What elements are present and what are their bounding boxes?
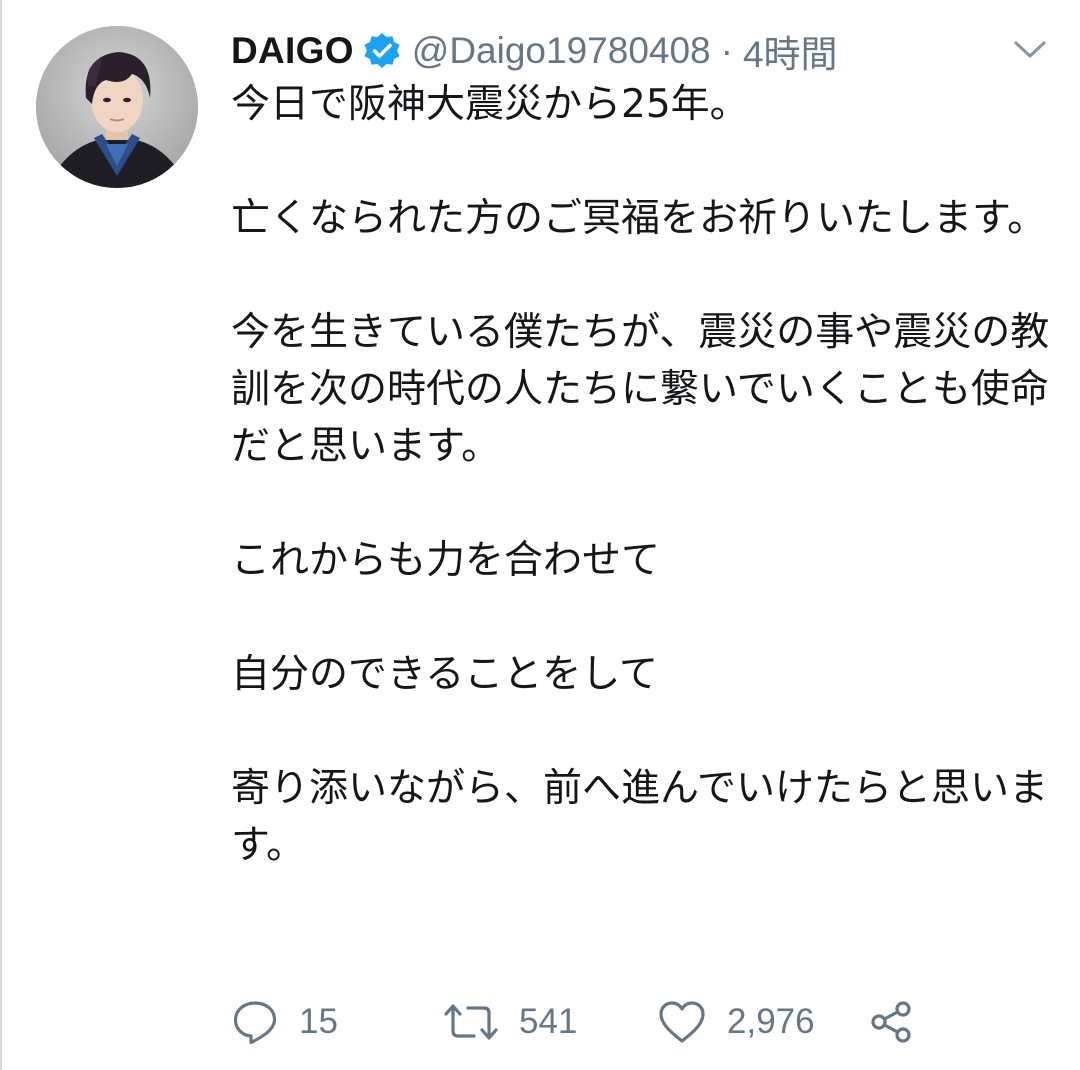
tweet-paragraph: 今を生きている僕たちが、震災の事や震災の教訓を次の時代の人たちに繋いでいくことも… [231,310,1050,469]
avatar[interactable] [36,26,198,188]
share-icon [867,999,915,1045]
tweet-actions: 15 541 2,976 [231,996,1011,1048]
timestamp[interactable]: 4時間 [743,24,838,78]
tweet-body: 今日で阪神大震災から25年。 亡くなられた方のご冥福をお祈りいたします。 今を生… [231,76,1051,874]
reply-button[interactable]: 15 [231,996,338,1048]
tweet-paragraph: 亡くなられた方のご冥福をお祈りいたします。 [231,196,1047,241]
like-button[interactable]: 2,976 [657,996,815,1048]
chevron-down-icon[interactable] [1012,36,1048,64]
display-name[interactable]: DAIGO [231,30,354,72]
share-button[interactable] [867,996,915,1048]
retweet-count: 541 [519,1002,578,1041]
retweet-icon [443,999,499,1045]
retweet-button[interactable]: 541 [443,996,577,1048]
reply-count: 15 [299,1002,338,1041]
verified-badge-icon [362,31,402,71]
like-count: 2,976 [727,1002,815,1041]
tweet-paragraph: 寄り添いながら、前へ進んでいけたらと思います。 [231,766,1049,868]
user-handle[interactable]: @Daigo19780408 [412,30,711,72]
avatar-image [36,26,198,188]
tweet-header: DAIGO @Daigo19780408 · 4時間 [231,26,838,76]
separator-dot: · [720,30,733,71]
tweet-paragraph: 自分のできることをして [231,652,659,697]
tweet-paragraph: 今日で阪神大震災から25年。 [231,82,749,127]
left-border [0,0,2,1070]
reply-icon [231,999,279,1045]
tweet-paragraph: これからも力を合わせて [231,538,661,583]
heart-icon [657,999,707,1045]
